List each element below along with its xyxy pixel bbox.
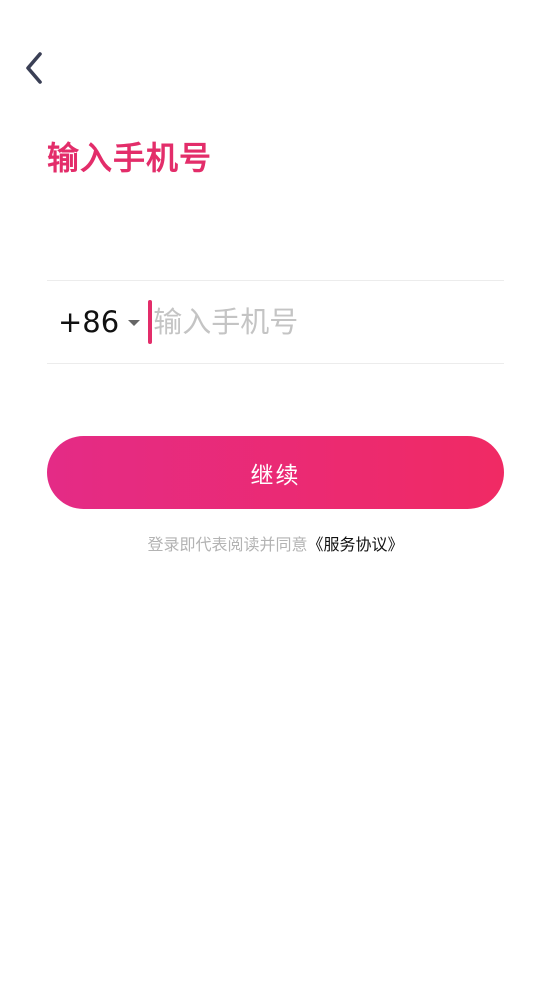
continue-button[interactable]: 继续 <box>47 436 504 509</box>
phone-input-row: +86 <box>47 280 521 364</box>
page-title: 输入手机号 <box>47 139 213 177</box>
phone-number-input[interactable] <box>152 281 521 363</box>
agreement-prefix: 登录即代表阅读并同意 <box>147 535 308 554</box>
service-agreement-link[interactable]: 《服务协议》 <box>308 535 404 554</box>
phone-field-wrapper <box>148 281 521 363</box>
login-screen: 输入手机号 +86 继续 登录即代表阅读并同意《服务协议》 <box>0 0 551 981</box>
chevron-left-icon <box>26 52 42 84</box>
back-button[interactable] <box>14 46 54 90</box>
agreement-notice: 登录即代表阅读并同意《服务协议》 <box>0 534 551 556</box>
caret-down-icon <box>128 320 141 326</box>
country-code-selector[interactable]: +86 <box>47 281 141 363</box>
country-code: +86 <box>58 304 120 339</box>
